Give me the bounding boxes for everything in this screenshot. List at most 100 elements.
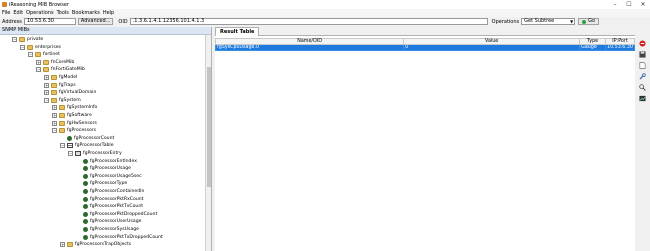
tree-node[interactable]: fgProcessorContainedIn <box>76 188 144 195</box>
tree-node[interactable]: + fgVirtualDomain <box>44 89 96 96</box>
collapse-icon[interactable]: − <box>68 151 73 156</box>
tree-node[interactable]: fgProcessorUsage <box>76 165 131 172</box>
tree-node-label: fgModel <box>59 75 78 80</box>
close-button[interactable]: ✕ <box>636 0 650 9</box>
tree-node[interactable]: fgProcessorUsage5sec <box>76 173 142 180</box>
operations-select[interactable]: Get Subtree ▼ <box>521 18 576 25</box>
tree-node[interactable]: − fgProcessorTable <box>60 142 114 149</box>
collapse-icon[interactable]: − <box>12 37 17 42</box>
oid-input[interactable]: .1.3.6.1.4.1.12356.101.4.1.3 <box>129 18 488 25</box>
tree-node-label: fgProcessorEntIndex <box>90 158 137 164</box>
tree-node-label: fgProcessorUserUsage <box>90 219 142 225</box>
tree-node[interactable]: − fortinet <box>28 51 60 58</box>
expand-icon[interactable]: + <box>52 113 57 118</box>
wrench-icon[interactable] <box>639 73 646 80</box>
tree-node-label: fgSystemInfo <box>67 105 98 111</box>
tree-node-label: fgProcessorSysUsage <box>90 227 139 232</box>
tree-node[interactable]: − fnFortiGateMib <box>36 66 85 73</box>
tree-node-label: fgProcessorTable <box>75 143 114 149</box>
address-input[interactable]: 10.53.6.30 <box>23 18 76 25</box>
leaf-icon <box>83 219 88 225</box>
chart-icon[interactable] <box>639 95 646 102</box>
advanced-button[interactable]: Advanced... <box>77 18 114 25</box>
tree-node[interactable]: − enterprises <box>20 44 61 51</box>
collapse-icon[interactable]: − <box>44 97 49 103</box>
tree-node[interactable]: fgProcessorPktDroppedCount <box>76 211 157 218</box>
tree-node[interactable]: fgProcessorPktTxCount <box>76 203 143 210</box>
menu-operations[interactable]: Operations <box>26 10 54 16</box>
collapse-icon[interactable]: − <box>52 128 57 134</box>
leaf-icon <box>83 173 88 179</box>
tree-node[interactable]: fgProcessorPktTxDroppedCount <box>76 234 163 241</box>
expand-icon[interactable]: + <box>44 75 49 80</box>
go-button[interactable]: Go <box>578 18 600 25</box>
collapse-icon[interactable]: − <box>28 52 33 58</box>
tree-node[interactable]: + fgSoftware <box>52 112 92 119</box>
expand-icon[interactable]: + <box>52 120 57 126</box>
tree-node[interactable]: + fgTraps <box>44 82 76 89</box>
tree-node[interactable]: fgProcessorPktRxCount <box>76 196 143 203</box>
menu-tools[interactable]: Tools <box>57 10 69 16</box>
tree-node-label: fgProcessorUsage5sec <box>90 173 142 179</box>
tree-node[interactable]: + fgProcessorsTrapObjects <box>60 241 131 248</box>
tree-node[interactable]: fgProcessorUserUsage <box>76 218 141 225</box>
collapse-icon[interactable]: − <box>20 44 25 50</box>
tree-node[interactable]: + fgModel <box>44 74 77 81</box>
tree-node-label: fnCoreMib <box>51 59 75 65</box>
tree-node[interactable]: fgProcessorSysUsage <box>76 226 139 233</box>
scrollbar-thumb[interactable] <box>207 67 211 187</box>
tree-node[interactable]: + fnCoreMib <box>36 59 74 66</box>
expand-icon[interactable]: + <box>44 90 49 96</box>
expand-icon[interactable]: + <box>44 82 49 88</box>
tree-node[interactable]: fgProcessorEntIndex <box>76 158 137 165</box>
tree-node[interactable]: − private <box>12 36 43 43</box>
tree-node[interactable]: − fgProcessorEntry <box>68 150 122 157</box>
expand-icon[interactable]: + <box>60 242 65 248</box>
menu-help[interactable]: Help <box>103 10 114 16</box>
leaf-icon <box>67 135 72 141</box>
folder-icon <box>59 105 65 111</box>
tree-node[interactable]: − fgSystem <box>44 97 81 104</box>
folder-icon <box>51 90 57 96</box>
stop-icon[interactable] <box>639 40 646 47</box>
collapse-icon[interactable]: − <box>36 67 41 73</box>
expand-icon[interactable]: + <box>36 59 41 65</box>
menu-file[interactable]: File <box>2 10 10 16</box>
tree-node-label: fgVirtualDomain <box>59 90 97 96</box>
folder-icon <box>27 44 33 50</box>
leaf-icon <box>83 166 88 172</box>
minimize-button[interactable]: – <box>608 0 622 9</box>
document-icon[interactable] <box>639 62 646 69</box>
leaf-icon <box>83 181 88 187</box>
expand-icon[interactable]: + <box>52 105 57 111</box>
tree-node-label: private <box>27 37 44 42</box>
tree-node[interactable]: + fgHwSensors <box>52 120 97 127</box>
tree-node[interactable]: + fgSystemInfo <box>52 104 97 111</box>
tree-node-label: fgProcessorPktTxDroppedCount <box>90 234 163 240</box>
save-icon[interactable] <box>639 51 646 58</box>
folder-icon <box>43 59 49 65</box>
menu-bookmarks[interactable]: Bookmarks <box>72 10 100 16</box>
cell-value[interactable]: 0 <box>403 44 581 51</box>
leaf-icon <box>83 227 88 232</box>
collapse-icon[interactable]: − <box>60 143 65 149</box>
tree-node-label: fgHwSensors <box>67 120 97 126</box>
cell-ipport[interactable]: 10.53.6.30 <box>605 44 635 51</box>
folder-icon <box>59 128 65 134</box>
tree-node[interactable]: fgProcessorType <box>76 180 127 187</box>
cell-type[interactable]: Gauge <box>579 44 607 51</box>
tree-scrollbar[interactable] <box>205 35 211 251</box>
maximize-button[interactable]: ☐ <box>622 0 636 9</box>
menu-edit[interactable]: Edit <box>13 10 23 16</box>
window-title: iReasoning MIB Browser <box>9 1 70 8</box>
go-icon <box>582 19 587 24</box>
result-table: Name/OID Value Type IP:Port fgSysCpuUsag… <box>214 38 635 51</box>
table-row[interactable]: fgSysCpuUsage.0 0 Gauge 10.53.6.30 <box>214 44 635 51</box>
cell-name[interactable]: fgSysCpuUsage.0 <box>214 44 405 51</box>
leaf-icon <box>83 234 88 240</box>
tree-node[interactable]: fgProcessorCount <box>60 135 114 142</box>
find-icon[interactable] <box>639 84 646 91</box>
leaf-icon <box>83 211 88 217</box>
tab-result-table[interactable]: Result Table <box>215 27 260 36</box>
tree-node[interactable]: − fgProcessors <box>52 127 96 134</box>
